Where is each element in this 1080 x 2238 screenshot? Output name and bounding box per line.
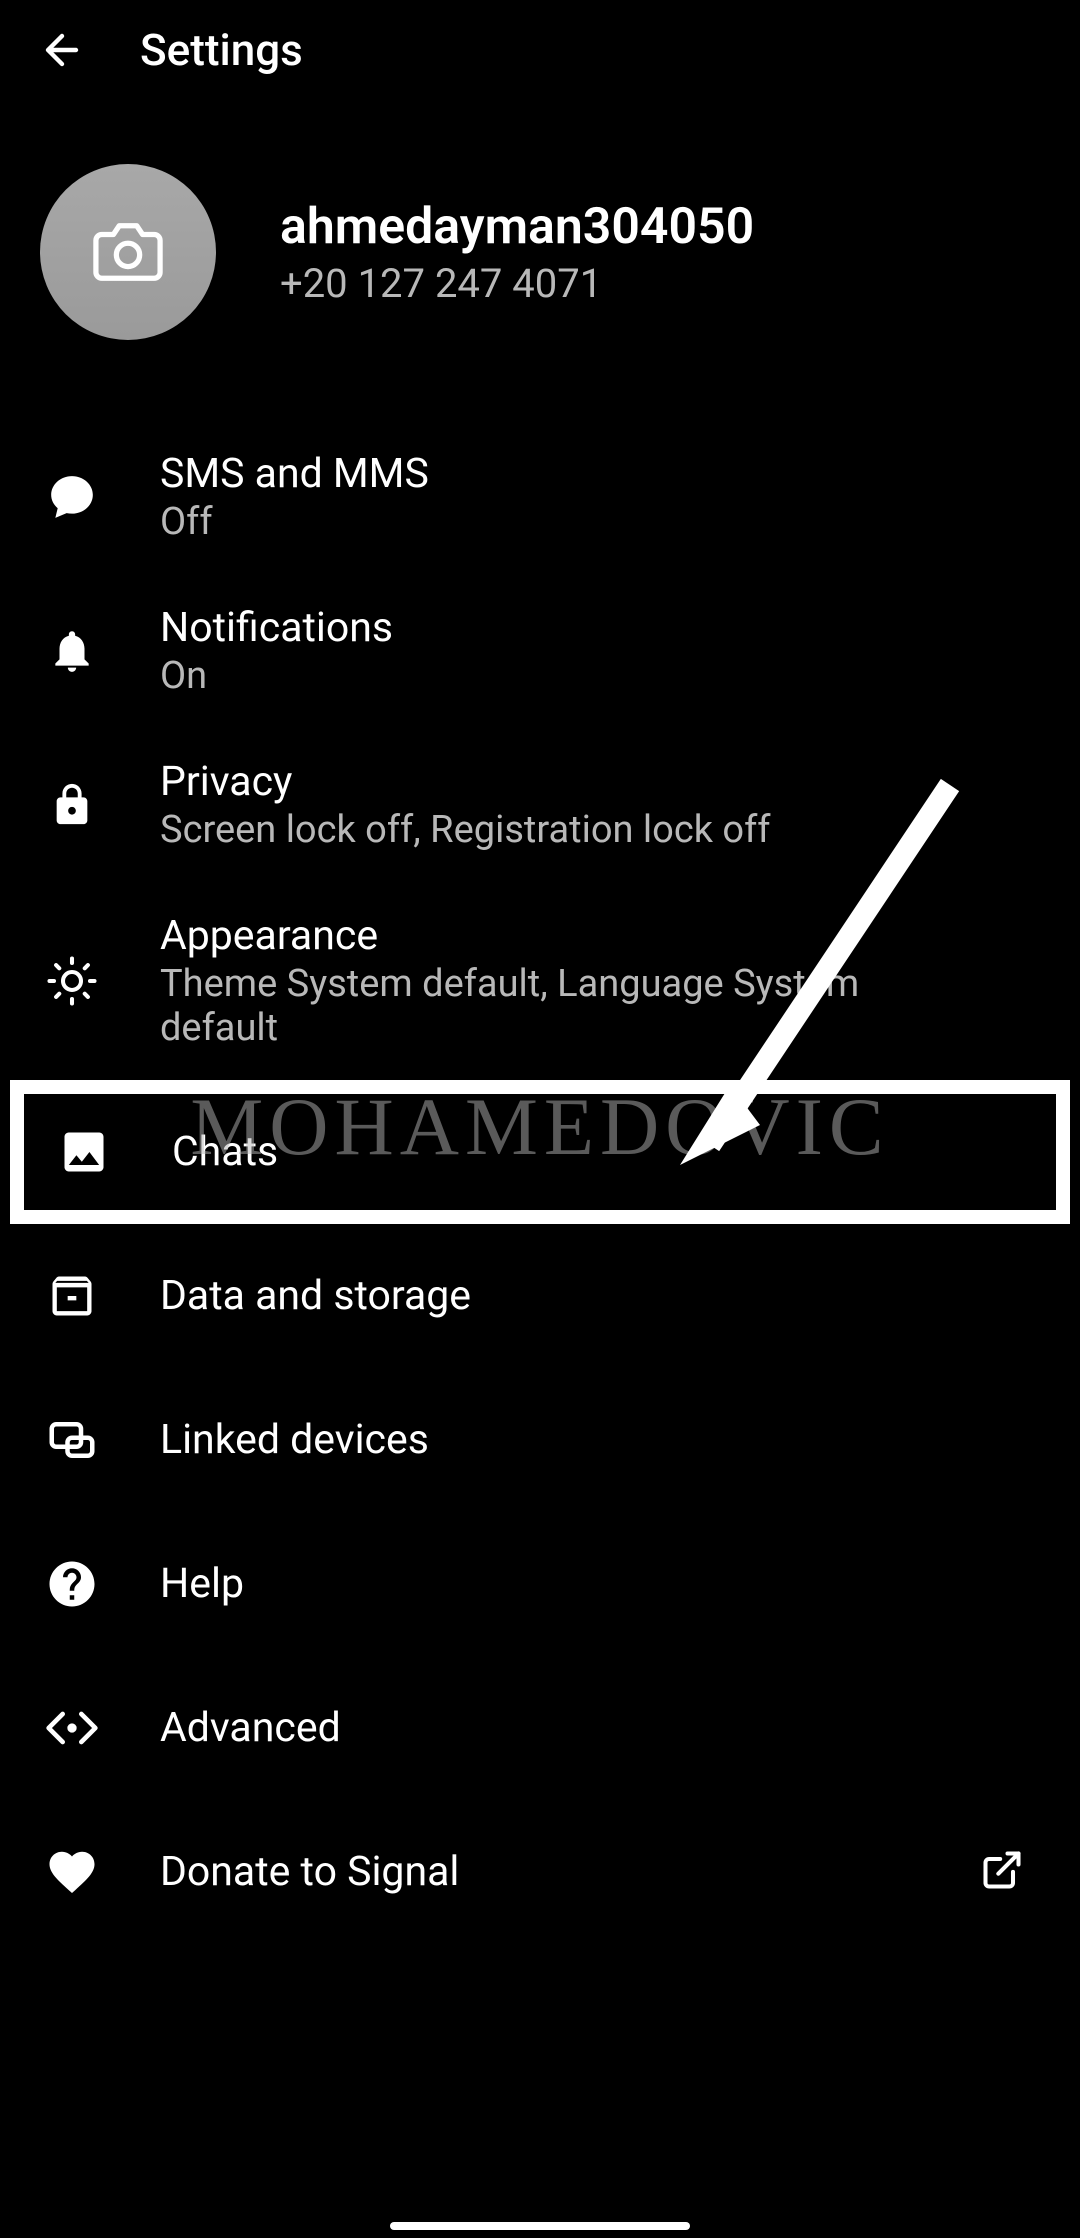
settings-item-chats[interactable]: Chats [10,1080,1070,1224]
settings-item-data-storage[interactable]: Data and storage [0,1224,1080,1368]
settings-item-content: Notifications On [160,604,1036,698]
chat-bubble-icon [44,469,100,525]
settings-item-title: Appearance [160,912,1036,960]
settings-item-title: Privacy [160,758,1036,806]
settings-item-notifications[interactable]: Notifications On [0,574,1080,728]
settings-item-title: Chats [172,1128,1024,1176]
external-link-icon [980,1848,1028,1896]
profile-info: ahmedayman304050 +20 127 247 4071 [280,198,754,307]
settings-item-title: Linked devices [160,1416,1036,1464]
brightness-icon [44,953,100,1009]
arrow-left-icon [38,26,86,74]
settings-item-subtitle: Screen lock off, Registration lock off [160,808,880,852]
settings-item-content: Advanced [160,1704,1036,1752]
profile-name: ahmedayman304050 [280,198,754,256]
settings-item-sms[interactable]: SMS and MMS Off [0,420,1080,574]
settings-item-subtitle: On [160,654,880,698]
settings-item-subtitle: Off [160,500,880,544]
settings-item-appearance[interactable]: Appearance Theme System default, Languag… [0,882,1080,1080]
settings-item-title: SMS and MMS [160,450,1036,498]
settings-item-linked-devices[interactable]: Linked devices [0,1368,1080,1512]
image-icon [56,1124,112,1180]
settings-item-subtitle: Theme System default, Language System de… [160,962,880,1050]
avatar[interactable] [40,164,216,340]
settings-item-title: Donate to Signal [160,1848,920,1896]
header: Settings [0,0,1080,100]
settings-item-content: Donate to Signal [160,1848,920,1896]
code-icon [44,1700,100,1756]
settings-item-content: SMS and MMS Off [160,450,1036,544]
settings-item-content: Privacy Screen lock off, Registration lo… [160,758,1036,852]
settings-item-content: Appearance Theme System default, Languag… [160,912,1036,1050]
lock-icon [44,777,100,833]
camera-icon [93,217,163,287]
settings-item-donate[interactable]: Donate to Signal [0,1800,1080,1944]
devices-icon [44,1412,100,1468]
settings-item-content: Data and storage [160,1272,1036,1320]
settings-item-title: Data and storage [160,1272,1036,1320]
settings-item-title: Advanced [160,1704,1036,1752]
settings-item-content: Help [160,1560,1036,1608]
settings-item-advanced[interactable]: Advanced [0,1656,1080,1800]
settings-item-content: Chats [172,1128,1024,1176]
bell-icon [44,623,100,679]
nav-handle[interactable] [390,2222,690,2230]
settings-list: SMS and MMS Off Notifications On Privacy… [0,380,1080,1944]
archive-icon [44,1268,100,1324]
back-button[interactable] [36,24,88,76]
page-title: Settings [140,24,303,76]
settings-item-help[interactable]: Help [0,1512,1080,1656]
settings-item-title: Help [160,1560,1036,1608]
profile-phone: +20 127 247 4071 [280,260,754,307]
heart-icon [44,1844,100,1900]
settings-item-title: Notifications [160,604,1036,652]
profile-section[interactable]: ahmedayman304050 +20 127 247 4071 [0,100,1080,380]
settings-item-content: Linked devices [160,1416,1036,1464]
help-icon [44,1556,100,1612]
settings-item-privacy[interactable]: Privacy Screen lock off, Registration lo… [0,728,1080,882]
